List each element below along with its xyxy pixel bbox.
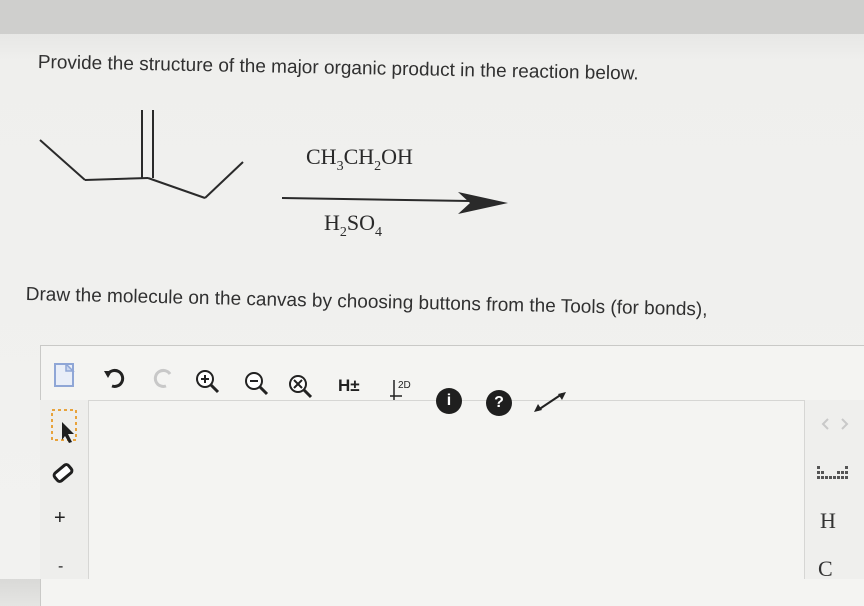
expand-icon[interactable] xyxy=(530,388,570,416)
reagent-text: CH xyxy=(306,144,337,169)
hydrogen-toggle-button[interactable]: H± xyxy=(338,376,360,396)
new-document-icon[interactable] xyxy=(52,362,78,388)
collapse-arrows-icon[interactable] xyxy=(818,416,852,432)
reagent-subscript: 2 xyxy=(374,159,381,174)
reagent-text: CH xyxy=(344,144,375,169)
reagent-subscript: 4 xyxy=(375,225,382,240)
help-button[interactable]: ? xyxy=(486,390,512,416)
reagent-subscript: 3 xyxy=(337,159,344,174)
periodic-table-icon[interactable] xyxy=(816,464,850,482)
zoom-in-icon[interactable] xyxy=(194,368,222,396)
undo-icon[interactable] xyxy=(102,366,130,390)
redo-icon[interactable] xyxy=(148,366,176,390)
zoom-reset-icon[interactable] xyxy=(286,372,316,400)
reactant-bond xyxy=(84,177,149,181)
reagent-text: SO xyxy=(347,210,375,235)
clean-2d-icon[interactable]: 2D xyxy=(388,376,420,406)
help-icon: ? xyxy=(494,394,504,411)
reagent-ethanol: CH3CH2OH xyxy=(306,144,413,174)
reactant-molecule xyxy=(39,110,244,199)
reaction-scheme: CH3CH2OH H2SO4 xyxy=(39,110,508,240)
info-button[interactable]: i xyxy=(436,388,462,414)
atom-h-button[interactable]: H xyxy=(820,508,836,534)
reactant-bond xyxy=(39,139,86,181)
select-tool-icon[interactable] xyxy=(50,408,80,444)
reactant-bond xyxy=(147,177,206,199)
reaction-arrow xyxy=(281,192,508,214)
info-icon: i xyxy=(446,392,452,409)
reagent-text: OH xyxy=(381,144,413,169)
atom-c-button[interactable]: C xyxy=(818,556,833,582)
reagent-subscript: 2 xyxy=(340,225,347,240)
reactant-bond xyxy=(204,161,244,199)
eraser-tool-icon[interactable] xyxy=(50,460,76,486)
remove-atom-button[interactable]: - xyxy=(58,558,63,576)
zoom-out-icon[interactable] xyxy=(243,370,271,398)
reagent-sulfuric-acid: H2SO4 xyxy=(324,210,382,240)
add-atom-button[interactable]: + xyxy=(54,507,66,530)
clean-2d-label: 2D xyxy=(398,380,411,391)
reagent-text: H xyxy=(324,210,340,235)
